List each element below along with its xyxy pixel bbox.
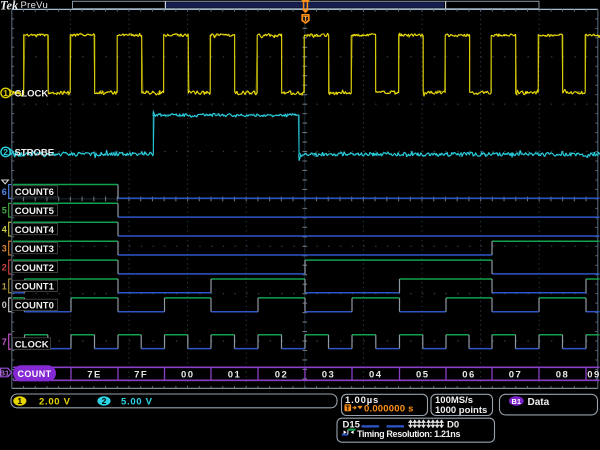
svg-text:COUNT2: COUNT2 [15, 263, 54, 274]
svg-text:T: T [303, 14, 308, 23]
svg-text:1: 1 [3, 88, 8, 98]
svg-text:COUNT6: COUNT6 [15, 187, 54, 198]
svg-text:Tek: Tek [0, 0, 19, 13]
svg-text:CLOCK: CLOCK [15, 88, 49, 99]
svg-text:7F: 7F [134, 370, 148, 381]
svg-text:01: 01 [228, 370, 242, 381]
svg-text:COUNT1: COUNT1 [15, 282, 55, 293]
svg-text:1000 points: 1000 points [435, 405, 487, 416]
svg-text:2: 2 [2, 262, 7, 272]
svg-text:2: 2 [102, 396, 107, 406]
svg-text:4: 4 [2, 225, 7, 235]
svg-text:7: 7 [2, 337, 7, 347]
svg-text:T: T [346, 405, 351, 412]
svg-text:STROBE: STROBE [15, 147, 55, 158]
svg-text:2.00 V: 2.00 V [39, 397, 71, 408]
svg-text:1: 1 [2, 281, 7, 291]
svg-text:00: 00 [181, 370, 195, 381]
svg-text:07: 07 [509, 370, 523, 381]
svg-text:COUNT5: COUNT5 [15, 206, 55, 217]
svg-text:2: 2 [3, 147, 8, 157]
svg-text:7E: 7E [87, 370, 102, 381]
svg-text:09: 09 [587, 370, 600, 381]
svg-text:5: 5 [2, 206, 7, 216]
svg-text:04: 04 [369, 370, 383, 381]
svg-text:B1: B1 [512, 397, 522, 406]
svg-text:B1: B1 [0, 369, 9, 378]
svg-text:COUNT3: COUNT3 [15, 244, 54, 255]
svg-text:3: 3 [2, 244, 7, 254]
svg-text:05: 05 [416, 370, 430, 381]
svg-text:CLOCK: CLOCK [15, 340, 49, 351]
svg-text:Data: Data [528, 397, 550, 408]
svg-text:COUNT0: COUNT0 [15, 301, 54, 312]
svg-text:06: 06 [462, 370, 476, 381]
svg-text:PreVu: PreVu [21, 0, 49, 11]
svg-text:Timing Resolution: 1.21ns: Timing Resolution: 1.21ns [357, 429, 460, 439]
svg-text:COUNT: COUNT [18, 369, 52, 379]
svg-text:0: 0 [2, 300, 7, 310]
svg-text:0.000000 s: 0.000000 s [364, 403, 414, 414]
svg-text:03: 03 [322, 370, 336, 381]
svg-text:08: 08 [556, 370, 570, 381]
svg-text:1: 1 [17, 396, 22, 406]
svg-text:5.00 V: 5.00 V [121, 397, 153, 408]
svg-text:02: 02 [275, 370, 289, 381]
svg-text:6: 6 [2, 187, 7, 197]
svg-text:COUNT4: COUNT4 [15, 225, 55, 236]
